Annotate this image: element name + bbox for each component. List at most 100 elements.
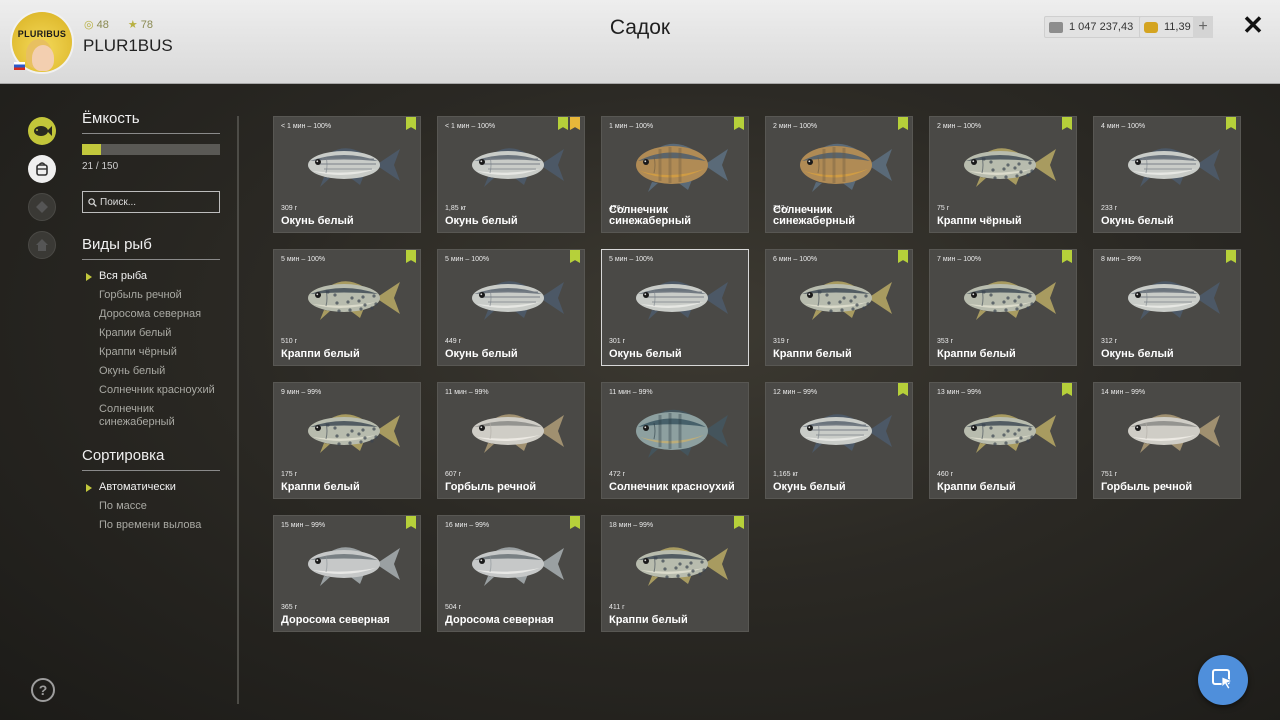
fish-weight: 175 г [281, 471, 298, 478]
card-badges [732, 516, 744, 529]
fish-name: Солнечник синежаберный [609, 204, 691, 227]
catch-time: 11 мин – 99% [609, 389, 653, 396]
species-filter-item[interactable]: Солнечник синежаберный [82, 403, 222, 429]
sort-option-item[interactable]: Автоматически [82, 481, 222, 494]
catch-time: 2 мин – 100% [937, 123, 982, 130]
fish-weight: 504 г [445, 604, 462, 611]
catch-time: 16 мин – 99% [445, 522, 490, 529]
fish-card[interactable]: 6 мин – 100% 319 г Краппи белый [765, 249, 913, 366]
check-badge-icon [898, 250, 908, 263]
gold-icon [1144, 21, 1158, 33]
card-badges [568, 250, 580, 263]
fish-name: Горбыль речной [1101, 481, 1193, 493]
catch-time: 1 мин – 100% [609, 123, 654, 130]
fish-name: Окунь белый [773, 481, 846, 493]
star-badge-icon [570, 117, 580, 130]
fish-card[interactable]: 18 мин – 99% 411 г Краппи белый [601, 515, 749, 632]
keepnet-fish-icon[interactable] [28, 117, 56, 145]
cursor-icon [1212, 669, 1234, 690]
search-input[interactable]: Поиск... [82, 191, 220, 213]
card-badges [1060, 250, 1072, 263]
fish-name: Солнечник красноухий [609, 481, 735, 493]
species-title: Виды рыб [82, 236, 220, 260]
cursor-mode-button[interactable] [1198, 655, 1248, 705]
species-filter-item[interactable]: Солнечник красноухий [82, 384, 222, 397]
fish-weight: 233 г [1101, 205, 1118, 212]
check-badge-icon [734, 117, 744, 130]
home-icon[interactable] [28, 231, 56, 259]
check-badge-icon [734, 516, 744, 529]
fish-name: Окунь белый [1101, 348, 1174, 360]
capacity-title: Ёмкость [82, 110, 220, 134]
check-badge-icon [1062, 250, 1072, 263]
fish-weight: 472 г [609, 471, 626, 478]
fish-trophy-icon[interactable] [28, 193, 56, 221]
fish-card[interactable]: 5 мин – 100% 449 г Окунь белый [437, 249, 585, 366]
card-badges [1224, 117, 1236, 130]
card-badges [1060, 117, 1072, 130]
card-badges [1060, 383, 1072, 396]
species-filter-list: Вся рыба Горбыль речной Доросома северная К… [82, 270, 222, 429]
card-badges [404, 117, 416, 130]
card-badges [1224, 250, 1236, 263]
close-button[interactable]: ✕ [1240, 12, 1266, 38]
fish-weight: 301 г [609, 338, 626, 345]
add-gold-button[interactable]: + [1193, 16, 1213, 38]
fish-name: Краппи чёрный [937, 215, 1022, 227]
fish-card[interactable]: < 1 мин – 100% 309 г Окунь белый [273, 116, 421, 233]
card-badges [896, 383, 908, 396]
catch-time: 18 мин – 99% [609, 522, 654, 529]
basket-icon[interactable] [28, 155, 56, 183]
help-button[interactable]: ? [31, 678, 55, 702]
species-filter-item[interactable]: Горбыль речной [82, 289, 222, 302]
capacity-count: 21 / 150 [82, 161, 119, 172]
catch-time: 7 мин – 100% [937, 256, 982, 263]
fish-card[interactable]: 2 мин – 100% 343 г Солнечник синежаберны… [765, 116, 913, 233]
fish-name: Краппи белый [609, 614, 688, 626]
card-badges [896, 250, 908, 263]
fish-card[interactable]: 13 мин – 99% 460 г Краппи белый [929, 382, 1077, 499]
species-filter-item[interactable]: Доросома северная [82, 308, 222, 321]
fish-card[interactable]: < 1 мин – 100% 1,85 кг Окунь белый [437, 116, 585, 233]
fish-card[interactable]: 5 мин – 100% 301 г Окунь белый [601, 249, 749, 366]
sort-option-item[interactable]: По времени вылова [82, 519, 222, 532]
fish-weight: 460 г [937, 471, 954, 478]
fish-card[interactable]: 8 мин – 99% 312 г Окунь белый [1093, 249, 1241, 366]
search-placeholder: Поиск... [100, 196, 137, 208]
fish-card[interactable]: 2 мин – 100% 75 г Краппи чёрный [929, 116, 1077, 233]
catch-time: 11 мин – 99% [445, 389, 489, 396]
fish-name: Окунь белый [1101, 215, 1174, 227]
species-filter-item[interactable]: Крапии белый [82, 327, 222, 340]
card-badges [732, 117, 744, 130]
species-filter-item[interactable]: Окунь белый [82, 365, 222, 378]
check-badge-icon [898, 383, 908, 396]
fish-card[interactable]: 12 мин – 99% 1,165 кг Окунь белый [765, 382, 913, 499]
fish-weight: 1,85 кг [445, 205, 467, 212]
fish-weight: 319 г [773, 338, 790, 345]
fish-card[interactable]: 11 мин – 99% 472 г Солнечник красноухий [601, 382, 749, 499]
fish-weight: 449 г [445, 338, 462, 345]
fish-weight: 1,165 кг [773, 471, 799, 478]
fish-card[interactable]: 14 мин – 99% 751 г Горбыль речной [1093, 382, 1241, 499]
sort-option-item[interactable]: По массе [82, 500, 222, 513]
species-filter-item[interactable]: Краппи чёрный [82, 346, 222, 359]
silver-balance: 1 047 237,43 [1044, 16, 1143, 38]
catch-time: < 1 мин – 100% [445, 123, 496, 130]
fish-card[interactable]: 9 мин – 99% 175 г Краппи белый [273, 382, 421, 499]
fish-card[interactable]: 5 мин – 100% 510 г Краппи белый [273, 249, 421, 366]
catch-time: 5 мин – 100% [281, 256, 326, 263]
sort-title: Сортировка [82, 447, 220, 471]
fish-weight: 312 г [1101, 338, 1118, 345]
fish-name: Окунь белый [445, 215, 518, 227]
fish-weight: 353 г [937, 338, 954, 345]
species-filter-item[interactable]: Вся рыба [82, 270, 222, 283]
fish-weight: 510 г [281, 338, 298, 345]
fish-card[interactable]: 7 мин – 100% 353 г Краппи белый [929, 249, 1077, 366]
fish-card[interactable]: 16 мин – 99% 504 г Доросома северная [437, 515, 585, 632]
fish-name: Краппи белый [281, 348, 360, 360]
fish-card[interactable]: 4 мин – 100% 233 г Окунь белый [1093, 116, 1241, 233]
gold-balance: 11,39 [1139, 16, 1198, 38]
fish-card[interactable]: 15 мин – 99% 365 г Доросома северная [273, 515, 421, 632]
fish-card[interactable]: 11 мин – 99% 607 г Горбыль речной [437, 382, 585, 499]
fish-card[interactable]: 1 мин – 100% 476 г Солнечник синежаберны… [601, 116, 749, 233]
